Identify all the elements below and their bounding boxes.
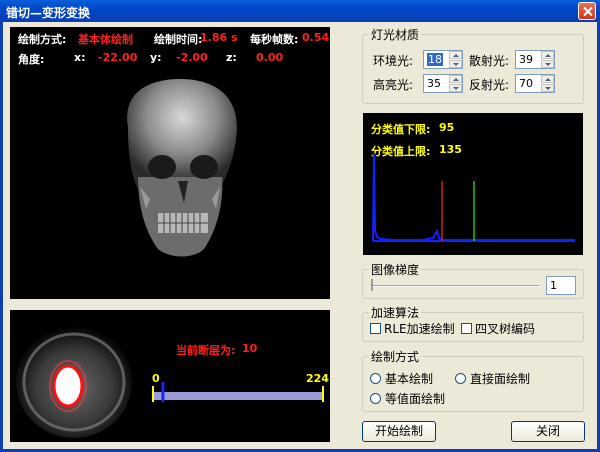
histogram-plot — [372, 152, 575, 242]
gradient-value-field[interactable]: 1 — [546, 276, 576, 295]
rle-checkbox[interactable] — [370, 323, 381, 334]
basic-render-radio[interactable] — [370, 373, 381, 384]
diffuse-label: 散射光: — [469, 54, 510, 68]
lighting-legend: 灯光材质 — [371, 28, 420, 42]
acceleration-legend: 加速算法 — [371, 306, 420, 320]
reflect-down-arrow-icon[interactable] — [541, 84, 554, 92]
slice-slider-thumb — [161, 382, 165, 402]
histogram-view[interactable]: 分类值下限: 95 分类值上限: 135 — [363, 113, 583, 255]
render-view-3d[interactable]: 绘制方式: 基本体绘制 绘制时间: 1.86 s 每秒帧数: 0.54 角度: … — [10, 27, 330, 299]
diffuse-up-arrow-icon[interactable] — [541, 51, 554, 59]
diffuse-down-arrow-icon[interactable] — [541, 60, 554, 68]
quadtree-label[interactable]: 四叉树编码 — [475, 320, 535, 337]
quadtree-checkbox[interactable] — [461, 323, 472, 334]
title-bar: 错切—变形变换 — [0, 0, 600, 22]
highlight-label: 高亮光: — [373, 78, 414, 92]
direct-render-label[interactable]: 直接面绘制 — [470, 370, 530, 387]
start-render-button[interactable]: 开始绘制 — [362, 421, 436, 442]
reflect-value[interactable]: 70 — [519, 77, 533, 90]
gradient-legend: 图像梯度 — [371, 263, 420, 277]
diffuse-value[interactable]: 39 — [519, 53, 533, 66]
gradient-slider-thumb[interactable] — [371, 279, 377, 291]
gradient-slider-track — [371, 285, 539, 287]
ambient-value[interactable]: 18 — [427, 53, 443, 66]
ambient-spinner[interactable]: 18 — [423, 50, 463, 69]
highlight-spinner[interactable]: 35 — [423, 74, 463, 93]
direct-render-radio[interactable] — [455, 373, 466, 384]
reflect-label: 反射光: — [469, 78, 510, 92]
render-mode-legend: 绘制方式 — [371, 350, 420, 364]
close-window-button[interactable] — [578, 2, 596, 20]
ambient-label: 环境光: — [373, 54, 414, 68]
window-title: 错切—变形变换 — [6, 6, 91, 20]
gradient-slider[interactable] — [371, 279, 539, 293]
reflect-up-arrow-icon[interactable] — [541, 75, 554, 83]
rle-label[interactable]: RLE加速绘制 — [384, 320, 455, 337]
ambient-up-arrow-icon[interactable] — [449, 51, 462, 59]
ambient-down-arrow-icon[interactable] — [449, 60, 462, 68]
highlight-down-arrow-icon[interactable] — [449, 84, 462, 92]
isosurface-render-radio[interactable] — [370, 393, 381, 404]
isosurface-render-label[interactable]: 等值面绘制 — [385, 390, 445, 407]
highlight-value[interactable]: 35 — [427, 77, 441, 90]
highlight-up-arrow-icon[interactable] — [449, 75, 462, 83]
skull-rendering — [127, 79, 237, 257]
close-button[interactable]: 关闭 — [511, 421, 585, 442]
slice-slider[interactable] — [10, 310, 330, 442]
slice-view[interactable]: 当前断层为: 10 0 224 — [10, 310, 330, 442]
reflect-spinner[interactable]: 70 — [515, 74, 555, 93]
diffuse-spinner[interactable]: 39 — [515, 50, 555, 69]
basic-render-label[interactable]: 基本绘制 — [385, 370, 433, 387]
